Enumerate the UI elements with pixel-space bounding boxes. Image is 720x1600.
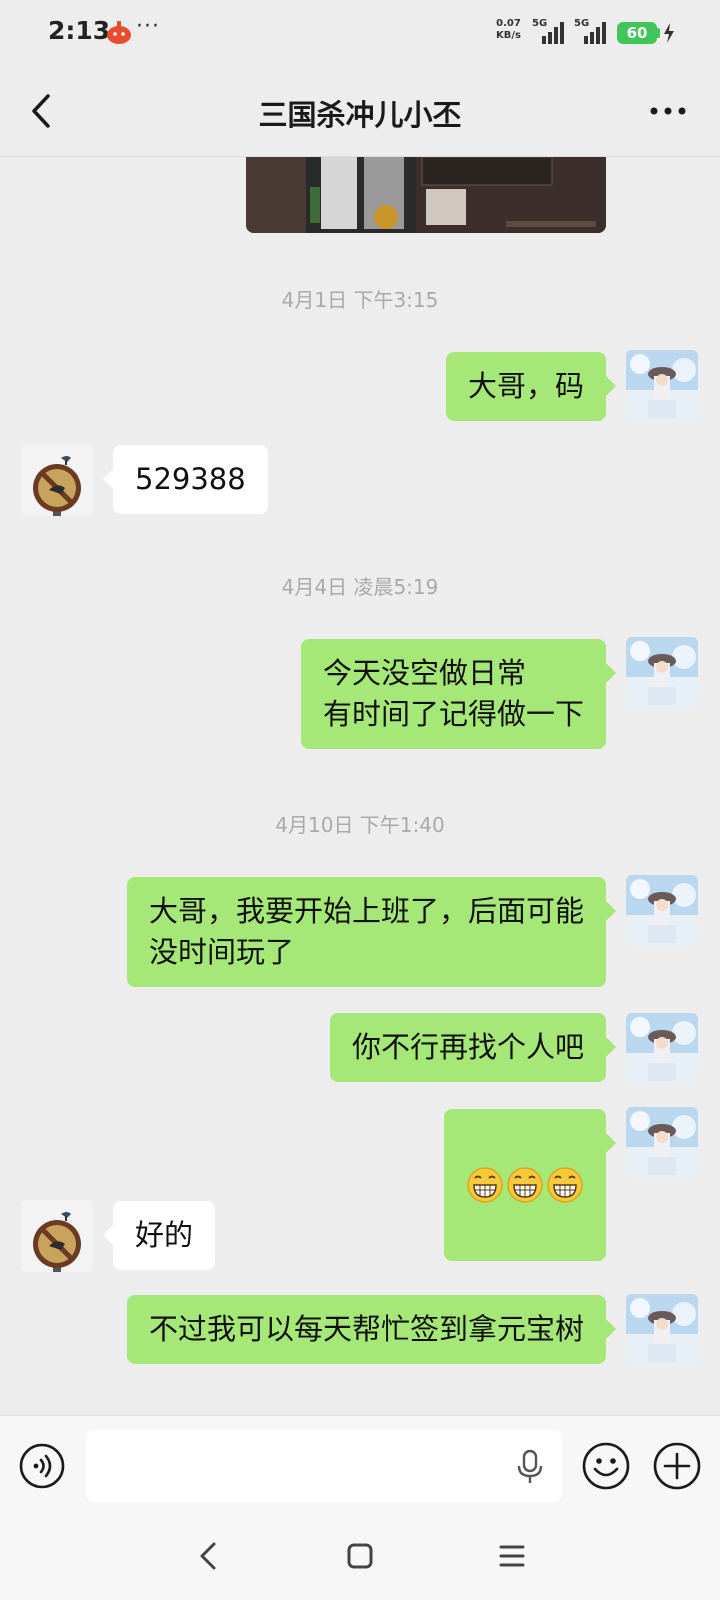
outgoing-emoji-message[interactable] [444, 1109, 616, 1261]
my-avatar[interactable] [626, 1294, 698, 1366]
voice-mode-icon[interactable] [19, 1443, 65, 1489]
network-speed-value: 0.07 [496, 18, 521, 29]
bird-sign-avatar-image [21, 1200, 93, 1272]
battery-indicator: 60 [617, 22, 657, 44]
status-more-indicator: ··· [136, 14, 160, 39]
outgoing-message[interactable]: 大哥，码 [445, 352, 617, 421]
anime-avatar-image [626, 1294, 698, 1366]
status-bar: 2:13 ··· 0.07 KB/s 5G 5G 60 [0, 0, 720, 66]
signal-2: 5G [574, 18, 610, 46]
anime-avatar-image [626, 1013, 698, 1085]
game-screenshot-image [246, 157, 606, 233]
chat-history[interactable]: 4月1日 下午3:15 大哥，码 529388 4月4日 凌晨5:19 今天没空… [0, 157, 720, 1415]
my-avatar[interactable] [626, 1107, 698, 1179]
timestamp: 4月10日 下午1:40 [275, 813, 445, 837]
contact-avatar[interactable] [21, 444, 93, 516]
nav-recents-icon[interactable] [498, 1544, 526, 1568]
more-options-icon[interactable] [648, 96, 688, 126]
anime-avatar-image [626, 350, 698, 422]
chat-title: 三国杀冲儿小丕 [258, 98, 462, 132]
nav-back-icon[interactable] [196, 1540, 220, 1572]
incoming-message[interactable]: 好的 [102, 1201, 216, 1270]
microphone-icon[interactable] [514, 1449, 546, 1485]
my-avatar[interactable] [626, 875, 698, 947]
outgoing-message[interactable]: 大哥，我要开始上班了，后面可能 没时间玩了 [126, 877, 617, 987]
message-input-bar [0, 1415, 720, 1512]
grin-icon [547, 1167, 583, 1203]
app-notification-icon [107, 21, 131, 44]
charging-icon [664, 23, 674, 43]
chat-header: 三国杀冲儿小丕 [0, 66, 720, 157]
incoming-message[interactable]: 529388 [103, 445, 268, 514]
timestamp: 4月1日 下午3:15 [281, 288, 439, 312]
my-avatar[interactable] [626, 350, 698, 422]
bird-sign-avatar-image [21, 444, 93, 516]
network-speed-unit: KB/s [496, 30, 521, 41]
signal-1-label: 5G [532, 18, 548, 29]
signal-2-label: 5G [574, 18, 590, 29]
anime-avatar-image [626, 637, 698, 709]
outgoing-message[interactable]: 不过我可以每天帮忙签到拿元宝树 [126, 1295, 617, 1364]
my-avatar[interactable] [626, 637, 698, 709]
add-attachment-icon[interactable] [652, 1441, 702, 1491]
outgoing-message[interactable]: 今天没空做日常 有时间了记得做一下 [300, 639, 617, 749]
system-navigation-bar [0, 1512, 720, 1600]
nav-home-icon[interactable] [346, 1542, 374, 1570]
grin-icon [507, 1167, 543, 1203]
contact-avatar[interactable] [21, 1200, 93, 1272]
anime-avatar-image [626, 875, 698, 947]
timestamp: 4月4日 凌晨5:19 [281, 575, 439, 599]
grin-icon [467, 1167, 503, 1203]
anime-avatar-image [626, 1107, 698, 1179]
battery-tip [657, 28, 660, 38]
message-input[interactable] [86, 1430, 562, 1502]
outgoing-message[interactable]: 你不行再找个人吧 [329, 1013, 617, 1082]
signal-1: 5G [532, 18, 568, 46]
my-avatar[interactable] [626, 1013, 698, 1085]
network-speed: 0.07 KB/s [496, 18, 521, 42]
image-message[interactable] [246, 157, 606, 233]
emoji-icon[interactable] [581, 1441, 631, 1491]
status-time: 2:13 [48, 16, 111, 45]
